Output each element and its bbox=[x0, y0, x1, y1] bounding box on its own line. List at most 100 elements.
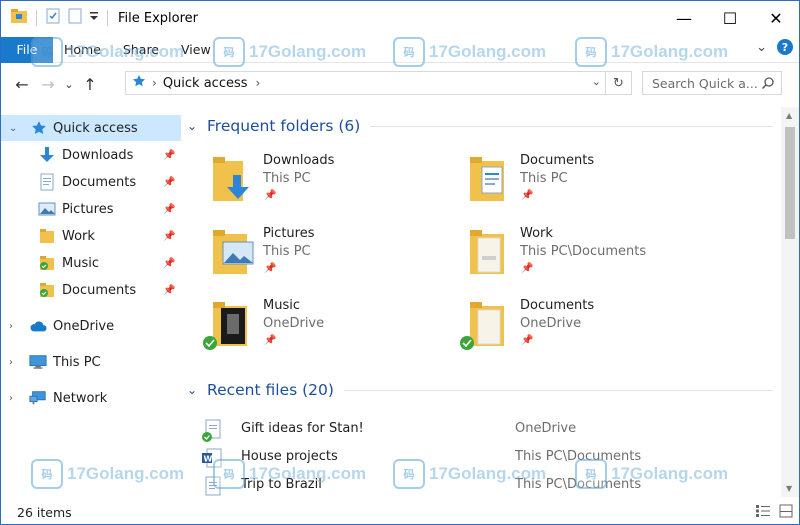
folder-music-icon bbox=[201, 298, 257, 352]
recent-locations-button[interactable]: ⌄ bbox=[61, 71, 77, 97]
sidebar-item-downloads[interactable]: Downloads 📌 bbox=[1, 142, 181, 168]
address-bar[interactable]: › Quick access › ⌄ ↻ bbox=[125, 71, 632, 95]
title-bar: File Explorer — ☐ ✕ bbox=[1, 1, 799, 35]
computer-icon bbox=[29, 353, 47, 371]
tile-location: This PC bbox=[520, 171, 568, 186]
scroll-down-icon[interactable]: ▼ bbox=[786, 484, 792, 493]
tab-file[interactable]: File bbox=[1, 36, 53, 63]
expand-ribbon-icon[interactable]: ⌄ bbox=[756, 40, 767, 55]
download-arrow-icon bbox=[38, 146, 56, 164]
content-pane: ⌄ Frequent folders (6) Downloads This PC… bbox=[181, 107, 781, 497]
folder-documents-icon bbox=[468, 153, 516, 207]
star-icon bbox=[132, 74, 146, 92]
sidebar-item-work[interactable]: Work 📌 bbox=[1, 223, 181, 249]
section-title: Recent files (20) bbox=[207, 381, 334, 399]
tab-view[interactable]: View bbox=[170, 37, 222, 63]
collapse-icon[interactable]: ⌄ bbox=[187, 119, 201, 133]
file-explorer-window: File Explorer — ☐ ✕ File Home Share View… bbox=[0, 0, 800, 525]
minimize-button[interactable]: — bbox=[661, 1, 707, 35]
sidebar-item-onedrive[interactable]: › OneDrive bbox=[1, 313, 181, 339]
tile-location: This PC\Documents bbox=[520, 244, 647, 259]
sidebar-item-label: Documents bbox=[62, 174, 137, 190]
quick-access-toolbar bbox=[10, 8, 110, 28]
window-title: File Explorer bbox=[118, 10, 199, 26]
sidebar-item-label: Downloads bbox=[62, 147, 134, 163]
tile-name: Work bbox=[520, 226, 553, 241]
close-button[interactable]: ✕ bbox=[753, 1, 799, 35]
network-icon bbox=[29, 389, 47, 407]
picture-icon bbox=[38, 200, 56, 218]
tile-name: Music bbox=[263, 298, 300, 313]
properties-icon[interactable] bbox=[45, 8, 61, 28]
caption-buttons: — ☐ ✕ bbox=[661, 1, 799, 35]
up-button[interactable]: ↑ bbox=[77, 71, 103, 97]
forward-button[interactable]: → bbox=[35, 71, 61, 97]
refresh-button[interactable]: ↻ bbox=[605, 72, 631, 94]
sidebar-item-this-pc[interactable]: › This PC bbox=[1, 349, 181, 375]
recent-file-row[interactable]: Gift ideas for Stan! OneDrive bbox=[201, 417, 761, 445]
new-folder-icon[interactable] bbox=[67, 8, 83, 28]
tile-name: Downloads bbox=[263, 153, 335, 168]
folder-tile-downloads[interactable]: Downloads This PC 📌 bbox=[211, 153, 461, 217]
search-input[interactable]: Search Quick a... bbox=[642, 71, 782, 95]
folder-tile-music[interactable]: Music OneDrive 📌 bbox=[201, 298, 451, 362]
sidebar-item-network[interactable]: › Network bbox=[1, 385, 181, 411]
tile-location: OneDrive bbox=[263, 316, 325, 331]
folder-tile-documents[interactable]: Documents This PC 📌 bbox=[468, 153, 718, 217]
sidebar-item-label: Quick access bbox=[53, 120, 138, 136]
recent-file-location: This PC\Documents bbox=[515, 449, 642, 464]
pin-icon: 📌 bbox=[163, 284, 176, 296]
help-icon[interactable]: ? bbox=[777, 39, 793, 55]
customize-toolbar-icon[interactable] bbox=[89, 10, 99, 26]
sidebar-item-quick-access[interactable]: ⌄ Quick access bbox=[1, 115, 181, 141]
ribbon-controls: ⌄ ? bbox=[756, 39, 793, 55]
pin-icon: 📌 bbox=[163, 257, 176, 269]
tab-home[interactable]: Home bbox=[53, 37, 112, 63]
svg-text:W: W bbox=[204, 455, 213, 464]
pin-icon: 📌 bbox=[264, 190, 277, 201]
vertical-scrollbar[interactable]: ▲ ▼ bbox=[781, 107, 799, 497]
recent-file-location: OneDrive bbox=[515, 421, 577, 436]
toolbar-divider bbox=[107, 10, 108, 26]
sidebar-item-documents[interactable]: Documents 📌 bbox=[1, 169, 181, 195]
address-dropdown-icon[interactable]: ⌄ bbox=[592, 75, 601, 88]
sidebar-item-music[interactable]: Music 📌 bbox=[1, 250, 181, 276]
expand-icon[interactable]: › bbox=[9, 393, 19, 404]
expand-icon[interactable]: › bbox=[9, 321, 19, 332]
large-icons-view-icon[interactable] bbox=[779, 504, 793, 522]
tile-name: Pictures bbox=[263, 226, 315, 241]
status-bar: 26 items bbox=[1, 499, 799, 525]
recent-file-row[interactable]: W House projects This PC\Documents bbox=[201, 445, 761, 473]
scroll-up-icon[interactable]: ▲ bbox=[786, 111, 792, 120]
recent-file-row[interactable]: Trip to Brazil This PC\Documents bbox=[201, 473, 761, 497]
sidebar-item-documents-onedrive[interactable]: Documents 📌 bbox=[1, 277, 181, 303]
document-icon bbox=[38, 173, 56, 191]
tile-location: OneDrive bbox=[520, 316, 582, 331]
collapse-icon[interactable]: ⌄ bbox=[187, 383, 201, 397]
recent-files-header[interactable]: ⌄ Recent files (20) bbox=[187, 381, 773, 399]
frequent-folders-header[interactable]: ⌄ Frequent folders (6) bbox=[187, 117, 773, 135]
folder-tile-documents-onedrive[interactable]: Documents OneDrive 📌 bbox=[458, 298, 708, 362]
section-divider bbox=[370, 125, 773, 127]
pin-icon: 📌 bbox=[521, 190, 534, 201]
pin-icon: 📌 bbox=[521, 335, 534, 346]
search-icon[interactable] bbox=[761, 76, 775, 93]
breadcrumb-chevron[interactable]: › bbox=[256, 76, 261, 90]
scrollbar-thumb[interactable] bbox=[785, 127, 795, 239]
collapse-icon[interactable]: ⌄ bbox=[9, 123, 19, 134]
folder-tile-pictures[interactable]: Pictures This PC 📌 bbox=[211, 226, 461, 290]
document-synced-icon bbox=[201, 419, 223, 443]
breadcrumb-separator[interactable]: › bbox=[152, 76, 157, 90]
pin-icon: 📌 bbox=[163, 176, 176, 188]
sidebar-item-label: Music bbox=[62, 255, 99, 271]
expand-icon[interactable]: › bbox=[9, 357, 19, 368]
sidebar-item-label: This PC bbox=[53, 354, 101, 370]
back-button[interactable]: ← bbox=[9, 71, 35, 97]
details-view-icon[interactable] bbox=[755, 504, 771, 522]
maximize-button[interactable]: ☐ bbox=[707, 1, 753, 35]
tab-share[interactable]: Share bbox=[112, 37, 170, 63]
sidebar-item-pictures[interactable]: Pictures 📌 bbox=[1, 196, 181, 222]
breadcrumb-quick-access[interactable]: Quick access bbox=[163, 76, 248, 91]
folder-tile-work[interactable]: Work This PC\Documents 📌 bbox=[468, 226, 718, 290]
navigation-bar: ← → ⌄ ↑ › Quick access › ⌄ ↻ Search Quic… bbox=[1, 67, 799, 101]
